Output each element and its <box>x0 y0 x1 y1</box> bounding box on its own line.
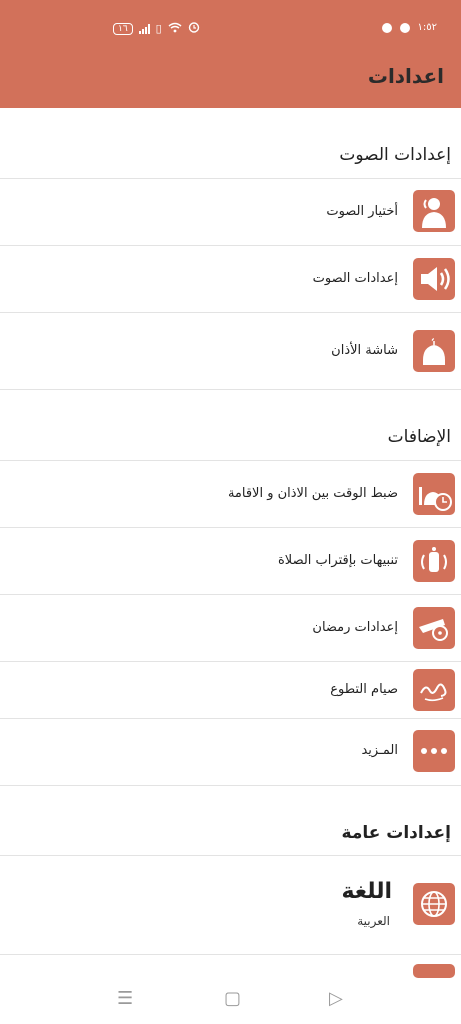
page-title: اعدادات <box>367 64 444 88</box>
row-sound-settings[interactable]: إعدادات الصوت <box>0 246 461 312</box>
globe-icon <box>413 883 455 925</box>
row-label: تنبيهات بإقتراب الصلاة <box>278 553 398 568</box>
status-left-icons: ١٦ ▯ <box>113 21 200 36</box>
language-value: العربية <box>357 914 390 928</box>
row-adhan-screen[interactable]: شاشة الأذان <box>0 313 461 389</box>
lantern-alarm-icon <box>413 540 455 582</box>
section-header-general: إعدادات عامة <box>341 823 451 843</box>
row-label: إعدادات رمضان <box>312 620 398 635</box>
wifi-icon <box>168 22 182 36</box>
messenger-icon <box>381 22 392 33</box>
battery-icon: ١٦ <box>113 22 133 35</box>
system-nav-bar: ☰ ▢ ▷ <box>0 978 461 1024</box>
speaker-icon <box>413 258 455 300</box>
status-right-icons: ١:٥٢ <box>381 22 437 33</box>
row-more[interactable]: المـزيد <box>0 719 461 785</box>
muezzin-icon <box>413 190 455 232</box>
more-dots-icon <box>413 730 455 772</box>
status-bar: ١٦ ▯ ١:٥٢ <box>0 0 461 58</box>
row-prayer-alerts[interactable]: تنبيهات بإقتراب الصلاة <box>0 528 461 594</box>
vibrate-icon: ▯ <box>155 22 162 35</box>
row-label: أختيار الصوت <box>326 204 398 219</box>
row-label: صيام التطوع <box>330 682 398 697</box>
row-language[interactable]: اللغة العربية <box>0 856 461 954</box>
mosque-clock-icon <box>413 473 455 515</box>
home-icon[interactable]: ▢ <box>224 988 241 1009</box>
next-row-icon <box>413 964 455 978</box>
divider <box>0 389 461 390</box>
row-voice-selection[interactable]: أختيار الصوت <box>0 179 461 245</box>
row-label: ضبط الوقت بين الاذان و الاقامة <box>227 486 398 501</box>
row-adhan-iqama-time[interactable]: ضبط الوقت بين الاذان و الاقامة <box>0 461 461 527</box>
clock-text: ١:٥٢ <box>417 22 437 33</box>
mosque-dome-icon <box>413 330 455 372</box>
alarm-icon <box>188 21 200 36</box>
menu-icon[interactable]: ☰ <box>117 988 133 1009</box>
cannon-icon <box>413 607 455 649</box>
row-label: شاشة الأذان <box>331 343 398 358</box>
language-title: اللغة <box>341 879 392 904</box>
row-label: المـزيد <box>361 743 398 758</box>
row-ramadan-settings[interactable]: إعدادات رمضان <box>0 595 461 661</box>
facebook-icon <box>399 22 410 33</box>
divider <box>0 954 461 955</box>
section-header-sound: إعدادات الصوت <box>339 145 451 165</box>
signal-icon <box>138 23 150 34</box>
row-voluntary-fasting[interactable]: صيام التطوع <box>0 662 461 718</box>
section-header-extras: الإضافات <box>387 427 451 447</box>
divider <box>0 785 461 786</box>
app-bar: اعدادات <box>0 58 461 108</box>
calligraphy-icon <box>413 669 455 711</box>
back-icon[interactable]: ▷ <box>329 988 343 1009</box>
row-label: إعدادات الصوت <box>312 271 398 286</box>
